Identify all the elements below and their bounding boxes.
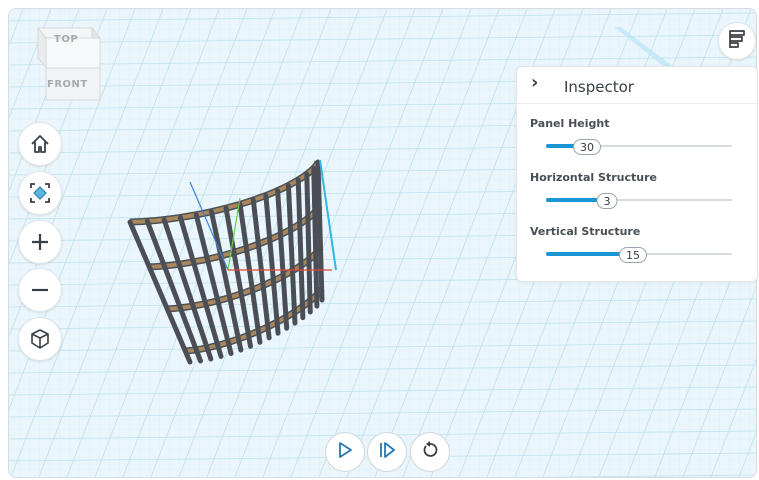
horizontal-structure-slider[interactable]: 3 [546,193,732,209]
panel-height-property: Panel Height 30 [530,117,744,155]
settings-panel-icon [726,28,748,54]
step-forward-icon [378,441,396,463]
plus-icon [29,231,51,253]
home-view-button[interactable] [18,122,62,166]
step-forward-button[interactable] [367,432,407,472]
minus-icon [29,279,51,301]
view-cube-top-label[interactable]: TOP [54,34,78,45]
reset-icon [421,441,439,463]
settings-panel-button[interactable] [718,22,756,60]
vertical-structure-property: Vertical Structure 15 [530,225,744,263]
property-label: Vertical Structure [530,225,641,238]
fit-view-icon [29,182,51,204]
play-icon [336,441,354,463]
slider-thumb[interactable]: 15 [619,247,647,263]
play-button[interactable] [325,432,365,472]
property-label: Panel Height [530,117,610,130]
slider-thumb[interactable]: 3 [596,193,618,209]
vertical-structure-slider[interactable]: 15 [546,247,732,263]
property-label: Horizontal Structure [530,171,657,184]
slider-thumb[interactable]: 30 [573,139,601,155]
chevron-right-icon[interactable]: › [531,74,538,92]
panel-height-slider[interactable]: 30 [546,139,732,155]
inspector-panel: › Inspector Panel Height 30 Horizontal S… [516,66,758,282]
zoom-in-button[interactable] [18,220,62,264]
cube-icon [29,328,51,350]
view-cube-front-label[interactable]: FRONT [47,79,88,90]
inspector-header[interactable]: › Inspector [517,67,757,104]
inspector-title: Inspector [564,78,634,96]
reset-button[interactable] [410,432,450,472]
horizontal-structure-property: Horizontal Structure 3 [530,171,744,209]
fit-view-button[interactable] [18,171,62,215]
home-icon [29,133,51,155]
perspective-toggle-button[interactable] [18,317,62,361]
zoom-out-button[interactable] [18,268,62,312]
